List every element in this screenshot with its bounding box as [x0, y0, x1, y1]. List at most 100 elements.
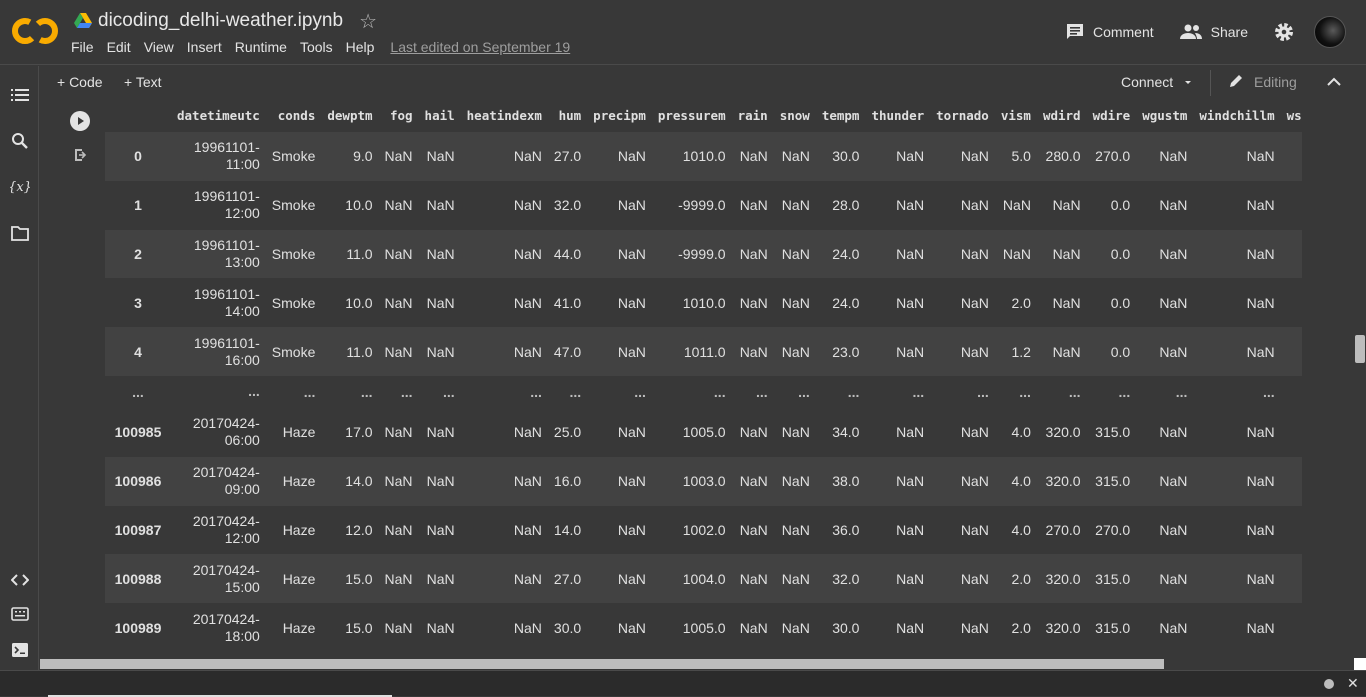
- table-cell: NaN: [773, 456, 816, 506]
- app-header: dicoding_delhi-weather.ipynb ☆ File Edit…: [0, 0, 1366, 65]
- status-indicator-icon[interactable]: [1324, 679, 1334, 689]
- menu-help[interactable]: Help: [346, 39, 375, 55]
- star-icon[interactable]: ☆: [359, 9, 377, 34]
- menu-view[interactable]: View: [144, 39, 174, 55]
- comment-button[interactable]: Comment: [1066, 23, 1154, 41]
- last-edited-link[interactable]: Last edited on September 19: [390, 39, 570, 55]
- menu-file[interactable]: File: [71, 39, 94, 55]
- terminal-icon[interactable]: [11, 641, 29, 659]
- table-cell: 20170424- 12:00: [171, 505, 266, 555]
- column-header: wgustm: [1142, 108, 1188, 123]
- table-cell: NaN: [930, 278, 995, 328]
- close-icon[interactable]: ✕: [1347, 675, 1359, 692]
- table-cell: NaN: [773, 603, 816, 652]
- table-cell: 280.0: [1036, 132, 1087, 181]
- table-cell: ...: [1036, 375, 1087, 408]
- add-code-button[interactable]: + Code: [57, 74, 103, 90]
- row-index: 100985: [105, 407, 171, 457]
- folder-icon[interactable]: [11, 224, 29, 242]
- table-cell: NaN: [865, 278, 931, 328]
- colab-logo[interactable]: [12, 14, 58, 48]
- table-cell: NaN: [865, 229, 931, 279]
- table-cell: NaN: [930, 229, 995, 279]
- column-header: dewptm: [327, 108, 373, 123]
- notebook-title[interactable]: dicoding_delhi-weather.ipynb: [98, 10, 343, 32]
- share-button[interactable]: Share: [1179, 24, 1248, 40]
- table-cell: 315.0: [1086, 407, 1137, 457]
- variables-icon[interactable]: {x}: [10, 177, 30, 195]
- table-cell: 47.0: [547, 327, 588, 376]
- row-index: 3: [105, 278, 171, 328]
- menu-edit[interactable]: Edit: [107, 39, 131, 55]
- table-cell: 1005.0: [651, 603, 732, 652]
- user-avatar[interactable]: [1314, 16, 1346, 48]
- row-index: 100989: [105, 603, 171, 652]
- table-cell: NaN: [587, 505, 652, 555]
- table-row: 100986 20170424- 09:00 Haze 14.0 NaN NaN NaN 16.…: [105, 456, 1302, 506]
- table-cell: 320.0: [1036, 407, 1087, 457]
- chevron-up-icon[interactable]: [1326, 76, 1342, 88]
- google-drive-icon[interactable]: [74, 13, 92, 29]
- table-cell: NaN: [460, 554, 548, 604]
- vertical-scrollbar-track[interactable]: [1354, 99, 1366, 670]
- table-row: 100987 20170424- 12:00 Haze 12.0 NaN NaN NaN 14.…: [105, 505, 1302, 555]
- search-icon[interactable]: [11, 132, 29, 150]
- table-cell: NaN: [731, 407, 774, 457]
- table-cell: 10.0: [321, 180, 379, 230]
- output-actions-icon[interactable]: [73, 147, 89, 163]
- table-cell: NaN: [418, 603, 461, 652]
- menu-runtime[interactable]: Runtime: [235, 39, 287, 55]
- toc-icon[interactable]: [11, 86, 29, 104]
- table-cell: 28.0: [815, 180, 866, 230]
- table-cell: NaN: [460, 407, 548, 457]
- chevron-down-icon: [1185, 81, 1192, 84]
- table-cell: 1003.0: [651, 456, 732, 506]
- table-cell: NaN: [865, 505, 931, 555]
- play-icon: [78, 117, 84, 125]
- share-label: Share: [1210, 24, 1248, 40]
- table-cell: 1004.0: [651, 554, 732, 604]
- table-cell: 1005.0: [651, 407, 732, 457]
- table-cell: 11.0: [321, 327, 379, 376]
- settings-gear-icon[interactable]: [1274, 22, 1294, 42]
- table-cell: 19961101- 11:00: [171, 132, 266, 181]
- run-cell-button[interactable]: [70, 111, 90, 131]
- table-cell: ...: [815, 375, 866, 408]
- table-cell: NaN: [460, 456, 548, 506]
- menu-tools[interactable]: Tools: [300, 39, 333, 55]
- table-cell: NaN: [1193, 603, 1281, 652]
- table-cell: NaN: [865, 456, 931, 506]
- table-cell: NaN: [865, 327, 931, 376]
- table-cell: NaN: [1136, 456, 1194, 506]
- editing-mode-button[interactable]: Editing: [1228, 74, 1297, 90]
- add-text-button[interactable]: + Text: [124, 74, 162, 90]
- command-palette-icon[interactable]: [11, 605, 29, 623]
- code-snippets-icon[interactable]: [11, 571, 29, 589]
- row-index: 100986: [105, 456, 171, 506]
- connect-button[interactable]: Connect: [1121, 74, 1197, 90]
- table-row: 4 19961101- 16:00 Smoke 11.0 NaN NaN NaN 47.0 NaN…: [105, 327, 1302, 376]
- table-row: 1 19961101- 12:00 Smoke 10.0 NaN NaN NaN 32.0 NaN…: [105, 180, 1302, 230]
- table-cell: NaN: [418, 132, 461, 181]
- column-header: wdird: [1042, 108, 1081, 123]
- horizontal-scrollbar-thumb[interactable]: [40, 659, 1164, 669]
- table-cell: NaN: [587, 603, 652, 652]
- table-cell: NaN: [930, 456, 995, 506]
- menu-insert[interactable]: Insert: [187, 39, 222, 55]
- pencil-icon: [1230, 75, 1242, 87]
- table-cell: NaN: [773, 505, 816, 555]
- table-cell: NaN: [1193, 407, 1281, 457]
- table-cell: ...: [994, 375, 1037, 408]
- table-cell: 315.0: [1086, 554, 1137, 604]
- table-cell: NaN: [1136, 407, 1194, 457]
- table-cell: Smoke: [265, 278, 322, 328]
- table-cell: Smoke: [265, 180, 322, 230]
- vertical-scrollbar-thumb[interactable]: [1355, 335, 1365, 363]
- table-cell: NaN: [1136, 603, 1194, 652]
- table-cell: ...: [773, 375, 816, 408]
- table-cell: 2.0: [994, 603, 1037, 652]
- toolbar-divider: [1210, 70, 1211, 96]
- table-cell: NaN: [1193, 278, 1281, 328]
- table-cell: 1002.0: [651, 505, 732, 555]
- table-cell: NaN: [1136, 229, 1194, 279]
